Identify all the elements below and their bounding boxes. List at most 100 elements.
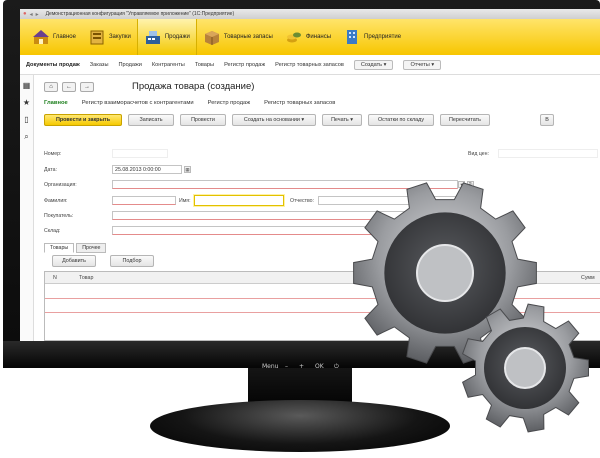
tab-main[interactable]: Главное bbox=[44, 100, 68, 106]
desktop-scene: Menu – + OK ⏻ ● ◂ ▸ Демонстрационная кон… bbox=[0, 0, 600, 458]
section-purchases[interactable]: Закупки bbox=[82, 19, 137, 55]
home-icon bbox=[32, 28, 50, 46]
tab-sales-register[interactable]: Регистр продаж bbox=[208, 100, 251, 106]
sections-panel: Главное Закупки Продажи Товарные запасы bbox=[20, 19, 600, 55]
home-button[interactable]: ⌂ bbox=[44, 81, 58, 92]
forward-icon[interactable]: ▸ bbox=[36, 11, 39, 18]
section-label: Закупки bbox=[108, 34, 131, 40]
menu-grid-icon[interactable]: ▦ bbox=[23, 81, 31, 90]
save-button[interactable]: Записать bbox=[128, 114, 174, 126]
reports-dropdown[interactable]: Отчеты ▾ bbox=[403, 59, 442, 70]
window-titlebar: ● ◂ ▸ Демонстрационная конфигурация "Упр… bbox=[20, 9, 600, 19]
nav-item-sales-register[interactable]: Регистр продаж bbox=[224, 62, 265, 68]
box-icon bbox=[203, 28, 221, 46]
section-label: Товарные запасы bbox=[223, 34, 273, 40]
favorites-star-icon[interactable]: ★ bbox=[23, 98, 30, 107]
monitor-minus-button[interactable]: – bbox=[285, 363, 288, 370]
post-and-close-button[interactable]: Провести и закрыть bbox=[44, 114, 122, 126]
calendar-icon[interactable]: ▦ bbox=[184, 166, 191, 173]
column-header-price: Цена bbox=[447, 275, 460, 281]
add-row-button[interactable]: Добавить bbox=[52, 255, 96, 267]
page-title: Продажа товара (создание) bbox=[132, 81, 255, 92]
monitor-power-icon[interactable]: ⏻ bbox=[334, 363, 339, 371]
back-icon[interactable]: ◂ bbox=[30, 11, 33, 18]
tab-settlements-register[interactable]: Регистр взаиморасчетов с контрагентами bbox=[82, 100, 194, 106]
form-header: ⌂ ← → Продажа товара (создание) bbox=[44, 81, 600, 92]
nav-item-counterparties[interactable]: Контрагенты bbox=[152, 62, 185, 68]
recalculate-button[interactable]: Пересчитать bbox=[440, 114, 490, 126]
table-header: N Товар Цена Сумм bbox=[45, 272, 600, 284]
number-label: Номер: bbox=[44, 151, 62, 157]
table-row-divider bbox=[45, 298, 600, 299]
tab-goods[interactable]: Товары bbox=[44, 243, 75, 253]
tab-other[interactable]: Прочее bbox=[76, 243, 107, 253]
print-button[interactable]: Печать ▾ bbox=[322, 114, 362, 126]
section-enterprise[interactable]: Предприятие bbox=[337, 19, 407, 55]
price-type-label: Вид цен: bbox=[468, 151, 489, 157]
buyer-field[interactable] bbox=[112, 211, 458, 220]
column-header-n: N bbox=[53, 275, 57, 281]
app-logo-icon: ● bbox=[23, 11, 27, 17]
monitor-ok-button[interactable]: OK bbox=[315, 363, 324, 370]
back-button[interactable]: ← bbox=[62, 81, 76, 92]
patronymic-label: Отчество: bbox=[290, 198, 314, 204]
monitor-plus-button[interactable]: + bbox=[299, 363, 304, 370]
section-sales[interactable]: Продажи bbox=[136, 19, 197, 55]
goods-table[interactable]: N Товар Цена Сумм bbox=[44, 271, 600, 341]
nav-item-sales-documents[interactable]: Документы продаж bbox=[26, 62, 80, 68]
monitor-stand-base bbox=[150, 400, 450, 452]
name-label: Имя: bbox=[179, 198, 191, 204]
workspace: ▦ ★ ▯ ⌕ ⌂ ← → Продажа товара (создание) … bbox=[20, 75, 600, 341]
create-dropdown[interactable]: Создать ▾ bbox=[353, 59, 394, 70]
stock-balance-button[interactable]: Остатки по складу bbox=[368, 114, 434, 126]
purchases-icon bbox=[88, 28, 106, 46]
warehouse-field[interactable] bbox=[112, 226, 458, 235]
navigation-panel: Документы продаж Заказы Продажи Контраге… bbox=[20, 55, 600, 75]
nav-item-orders[interactable]: Заказы bbox=[90, 62, 109, 68]
name-field[interactable] bbox=[194, 195, 284, 206]
section-label: Предприятие bbox=[364, 34, 402, 40]
column-header-goods: Товар bbox=[79, 275, 94, 281]
section-main[interactable]: Главное bbox=[26, 19, 82, 55]
window-title: Демонстрационная конфигурация "Управляем… bbox=[45, 11, 235, 17]
section-label: Продажи bbox=[164, 34, 190, 40]
goods-subtabs: Товары Прочее bbox=[44, 243, 107, 253]
clear-icon[interactable]: ✕ bbox=[464, 197, 471, 204]
number-field[interactable] bbox=[112, 149, 168, 158]
history-icon[interactable]: ▯ bbox=[24, 115, 28, 124]
enterprise-icon bbox=[343, 28, 361, 46]
table-row-divider bbox=[45, 312, 600, 313]
nav-item-stock-register[interactable]: Регистр товарных запасов bbox=[275, 62, 344, 68]
price-type-field[interactable] bbox=[498, 149, 598, 158]
buyer-label: Покупатель: bbox=[44, 213, 74, 219]
warehouse-label: Склад: bbox=[44, 228, 61, 234]
tab-stock-register[interactable]: Регистр товарных запасов bbox=[264, 100, 335, 106]
chevron-down-icon[interactable]: ▾ bbox=[458, 181, 465, 188]
cash-register-icon bbox=[144, 28, 162, 46]
monitor-menu-button[interactable]: Menu bbox=[262, 363, 278, 370]
form-tabs: Главное Регистр взаиморасчетов с контраг… bbox=[44, 100, 600, 106]
surname-label: Фамилия: bbox=[44, 198, 68, 204]
document-form: ⌂ ← → Продажа товара (создание) Главное … bbox=[34, 75, 600, 341]
create-based-on-button[interactable]: Создать на основании ▾ bbox=[232, 114, 316, 126]
section-stock[interactable]: Товарные запасы bbox=[197, 19, 279, 55]
section-label: Главное bbox=[53, 34, 76, 40]
nav-item-goods[interactable]: Товары bbox=[195, 62, 214, 68]
open-icon[interactable]: ⎘ bbox=[467, 181, 474, 188]
date-label: Дата: bbox=[44, 167, 57, 173]
organization-field[interactable] bbox=[112, 180, 458, 189]
surname-field[interactable] bbox=[112, 196, 176, 205]
post-button[interactable]: Провести bbox=[180, 114, 226, 126]
organization-label: Организация: bbox=[44, 182, 77, 188]
date-field[interactable]: 25.08.2013 0:00:00 bbox=[112, 165, 182, 174]
nav-item-sales[interactable]: Продажи bbox=[118, 62, 141, 68]
section-finance[interactable]: Финансы bbox=[279, 19, 337, 55]
select-goods-button[interactable]: Подбор bbox=[110, 255, 154, 267]
forward-button[interactable]: → bbox=[80, 81, 94, 92]
search-icon[interactable]: ⌕ bbox=[24, 132, 28, 142]
app-window: ● ◂ ▸ Демонстрационная конфигурация "Упр… bbox=[20, 9, 600, 341]
patronymic-field[interactable] bbox=[318, 196, 458, 205]
form-toolbar: Провести и закрыть Записать Провести Соз… bbox=[44, 114, 600, 126]
section-label: Финансы bbox=[305, 34, 332, 40]
more-button[interactable]: В bbox=[540, 114, 554, 126]
